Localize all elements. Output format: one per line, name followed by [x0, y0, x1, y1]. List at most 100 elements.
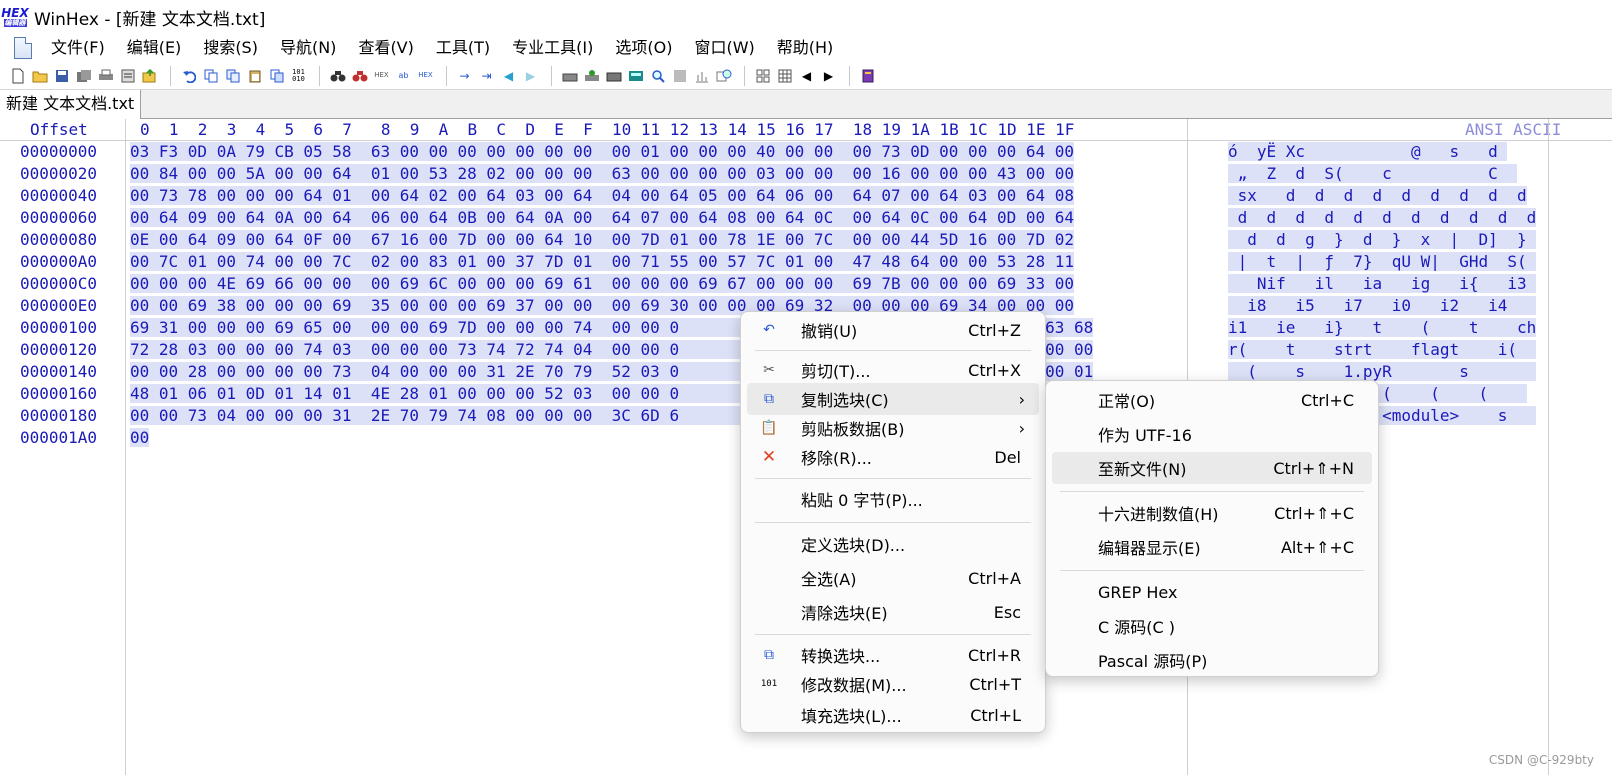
menu-search[interactable]: 搜索(S) [192, 34, 269, 62]
menu-item-undo[interactable]: ↶ 撤销(U) Ctrl+Z [747, 314, 1039, 346]
hex-row[interactable]: 00 7C 01 00 74 00 00 7C 02 00 83 01 00 3… [130, 252, 1075, 271]
compare-icon[interactable] [714, 66, 733, 86]
previous-icon[interactable]: ◀ [797, 66, 816, 86]
menu-edit[interactable]: 编辑(E) [116, 34, 193, 62]
replace-text-icon[interactable]: ab [394, 66, 413, 86]
menu-item-remove[interactable]: ✕ 移除(R)... Del [747, 441, 1039, 473]
menu-item-define-block[interactable]: 定义选块(D)... [747, 528, 1039, 560]
print-icon[interactable] [96, 66, 115, 86]
submenu-item-new-file[interactable]: 至新文件(N) Ctrl+⇑+N [1052, 452, 1372, 484]
ansi-row[interactable]: r( t strt flagt i( [1228, 340, 1537, 359]
hex-row[interactable]: 00 [130, 428, 150, 447]
hex-row[interactable]: 03 F3 0D 0A 79 CB 05 58 63 00 00 00 00 0… [130, 142, 1075, 161]
find-hex-icon[interactable]: HEX [372, 66, 391, 86]
new-file-icon[interactable] [8, 66, 27, 86]
hex-row[interactable]: 0E 00 64 09 00 64 0F 00 67 16 00 7D 00 0… [130, 230, 1075, 249]
zoom-icon[interactable] [648, 66, 667, 86]
ansi-row[interactable]: | t | ƒ 7} qU W| GHd S( [1228, 252, 1537, 271]
ansi-row[interactable]: Nif il ia ig i{ i3 [1228, 274, 1537, 293]
menu-help[interactable]: 帮助(H) [766, 34, 845, 62]
goto-sector-icon[interactable]: ⇥ [477, 66, 496, 86]
toolbar: 101 010 HEX ab HEX → ⇥ ◀ ▶ ◀ ▶ [0, 62, 1612, 90]
submenu-item-pascal-source[interactable]: Pascal 源码(P) [1052, 644, 1372, 676]
submenu-item-c-source[interactable]: C 源码(C ) [1052, 610, 1372, 642]
tab-document[interactable]: 新建 文本文档.txt [0, 90, 142, 119]
chevron-right-icon: › [1018, 418, 1025, 438]
next-icon[interactable]: ▶ [819, 66, 838, 86]
copy-block-icon[interactable] [223, 66, 242, 86]
ansi-row[interactable]: „ Z d S( c C [1228, 164, 1517, 183]
column-header-row: Offset 0 1 2 3 4 5 6 7 8 9 A B C D E F 1… [0, 119, 1612, 141]
menu-options[interactable]: 选项(O) [604, 34, 683, 62]
menu-item-cut[interactable]: ✂ 剪切(T)... Ctrl+X [747, 354, 1039, 386]
submenu-item-hex-values[interactable]: 十六进制数值(H) Ctrl+⇑+C [1052, 497, 1372, 529]
submenu-item-grep-hex[interactable]: GREP Hex [1052, 576, 1372, 608]
menu-item-select-all[interactable]: 全选(A) Ctrl+A [747, 562, 1039, 594]
menu-navigation[interactable]: 导航(N) [269, 34, 347, 62]
paste-icon[interactable] [245, 66, 264, 86]
back-icon[interactable]: ◀ [499, 66, 518, 86]
menu-view[interactable]: 查看(V) [347, 34, 424, 62]
menu-item-copy-block[interactable]: ⧉ 复制选块(C) › [747, 383, 1039, 415]
menu-specialist-tools[interactable]: 专业工具(I) [501, 34, 604, 62]
binary-icon[interactable]: 101 010 [289, 66, 308, 86]
save-icon[interactable] [52, 66, 71, 86]
menu-item-fill-block[interactable]: 填充选块(L)... Ctrl+L [747, 699, 1039, 731]
undo-icon[interactable] [179, 66, 198, 86]
find-icon[interactable] [328, 66, 347, 86]
replace-hex-icon[interactable]: HEX [416, 66, 435, 86]
menu-window[interactable]: 窗口(W) [683, 34, 765, 62]
menu-tools[interactable]: 工具(T) [425, 34, 501, 62]
offset-cell: 00000080 [20, 230, 98, 249]
copy-block-submenu: 正常(O) Ctrl+C 作为 UTF-16 至新文件(N) Ctrl+⇑+N … [1045, 380, 1379, 677]
offset-cell: 00000180 [20, 406, 98, 425]
goto-offset-icon[interactable]: → [455, 66, 474, 86]
open-disk-icon[interactable] [560, 66, 579, 86]
menu-item-convert-block[interactable]: ⧉ 转换选块... Ctrl+R [747, 639, 1039, 671]
help-book-icon[interactable] [858, 66, 877, 86]
hex-row[interactable]: 00 00 00 4E 69 66 00 00 00 69 6C 00 00 0… [130, 274, 1075, 293]
clipboard-icon: 📋 [760, 420, 778, 436]
ansi-row[interactable]: i1 ie i} t ( t ch [1228, 318, 1537, 337]
copy-icon: ⧉ [764, 391, 774, 407]
offset-cell: 000001A0 [20, 428, 98, 447]
toolbar-separator [849, 65, 850, 86]
menu-item-modify-data[interactable]: 101 修改数据(M)... Ctrl+T [747, 668, 1039, 700]
offset-cell: 00000000 [20, 142, 98, 161]
calculator-icon[interactable] [626, 66, 645, 86]
convert-icon: ⧉ [764, 647, 774, 663]
find-text-icon[interactable] [350, 66, 369, 86]
open-folder-icon[interactable] [30, 66, 49, 86]
menu-file[interactable]: 文件(F) [40, 34, 116, 62]
document-icon[interactable] [14, 37, 32, 59]
hex-row[interactable]: 00 73 78 00 00 00 64 01 00 64 02 00 64 0… [130, 186, 1075, 205]
ansi-row[interactable]: d d d d d d d d d d d [1228, 208, 1537, 227]
export-icon[interactable] [140, 66, 159, 86]
disk-tools-icon[interactable] [604, 66, 623, 86]
grid-icon[interactable] [775, 66, 794, 86]
ansi-row[interactable]: i8 i5 i7 i0 i2 i4 [1228, 296, 1537, 315]
submenu-item-utf16[interactable]: 作为 UTF-16 [1052, 418, 1372, 450]
open-ram-icon[interactable] [582, 66, 601, 86]
paste-special-icon[interactable] [267, 66, 286, 86]
menu-item-clipboard-data[interactable]: 📋 剪贴板数据(B) › [747, 412, 1039, 444]
menu-item-paste-zero[interactable]: 粘贴 0 字节(P)... [747, 483, 1039, 515]
ansi-row[interactable]: ( s 1.pyR s [1228, 362, 1537, 381]
tile-windows-icon[interactable] [753, 66, 772, 86]
ansi-row[interactable]: sx d d d d d d d d d [1228, 186, 1527, 205]
forward-icon[interactable]: ▶ [521, 66, 540, 86]
hex-row[interactable]: 00 84 00 00 5A 00 00 64 01 00 53 28 02 0… [130, 164, 1075, 183]
submenu-item-editor-display[interactable]: 编辑器显示(E) Alt+⇑+C [1052, 531, 1372, 563]
menu-separator [755, 350, 1031, 351]
menu-item-clear-block[interactable]: 清除选块(E) Esc [747, 596, 1039, 628]
chart-icon[interactable] [692, 66, 711, 86]
copy-icon[interactable] [201, 66, 220, 86]
save-all-icon[interactable] [74, 66, 93, 86]
ansi-row[interactable]: d d g } d } x | D] } [1228, 230, 1537, 249]
analyze-icon[interactable] [670, 66, 689, 86]
hex-row[interactable]: 00 64 09 00 64 0A 00 64 06 00 64 0B 00 6… [130, 208, 1075, 227]
ansi-row[interactable]: ó yË Xc @ s d [1228, 142, 1508, 161]
submenu-item-normal[interactable]: 正常(O) Ctrl+C [1052, 384, 1372, 416]
properties-icon[interactable] [118, 66, 137, 86]
offset-cell: 00000020 [20, 164, 98, 183]
